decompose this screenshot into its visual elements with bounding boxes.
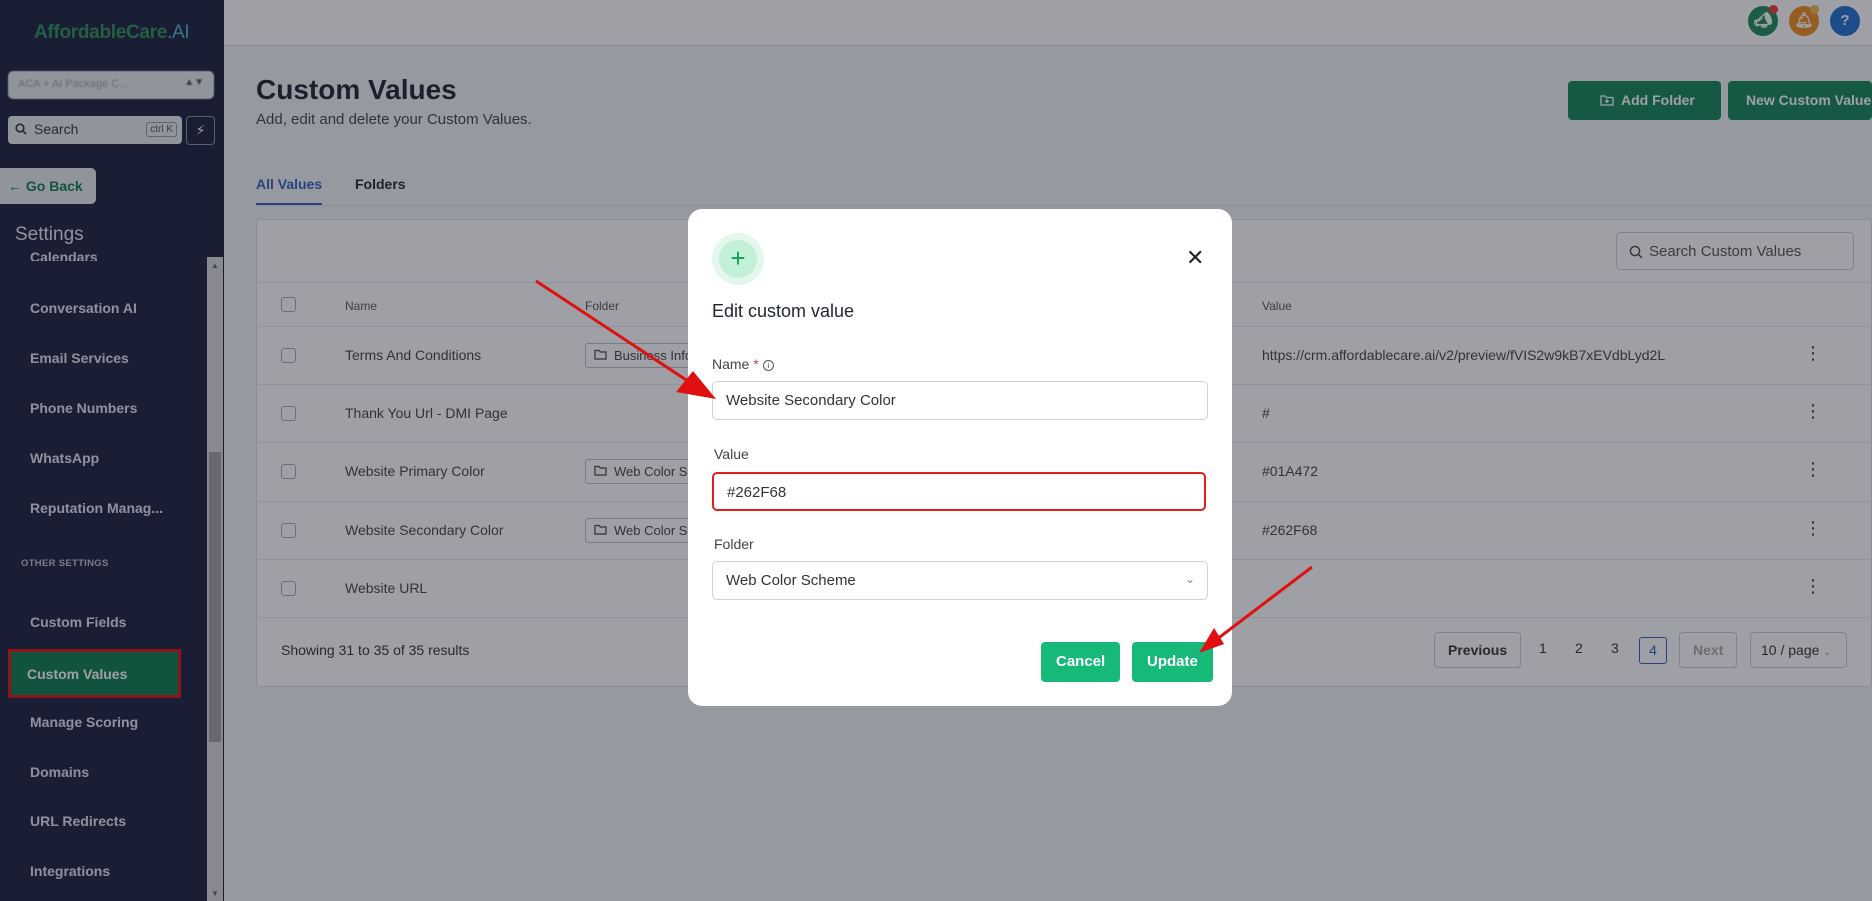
value-field[interactable]: #262F68 (712, 472, 1206, 511)
required-asterisk: * (753, 356, 759, 372)
chevron-down-icon: ⌄ (1184, 572, 1195, 586)
modal-title: Edit custom value (712, 301, 855, 321)
plus-icon: + (712, 233, 764, 285)
folder-field-label: Folder (714, 536, 754, 552)
edit-custom-value-modal: + ✕ Edit custom value Name * i Website Se… (688, 209, 1232, 706)
value-field-value: #262F68 (727, 484, 787, 501)
name-field[interactable]: Website Secondary Color (712, 381, 1208, 420)
name-field-label: Name * i (712, 356, 774, 372)
folder-select[interactable]: Web Color Scheme ⌄ (712, 561, 1208, 600)
name-field-value: Website Secondary Color (726, 392, 896, 409)
folder-select-value: Web Color Scheme (726, 572, 856, 589)
cancel-button[interactable]: Cancel (1041, 642, 1121, 682)
info-icon[interactable]: i (762, 360, 774, 371)
value-field-label: Value (714, 446, 749, 462)
update-button[interactable]: Update (1132, 642, 1213, 682)
close-icon[interactable]: ✕ (1186, 245, 1204, 271)
